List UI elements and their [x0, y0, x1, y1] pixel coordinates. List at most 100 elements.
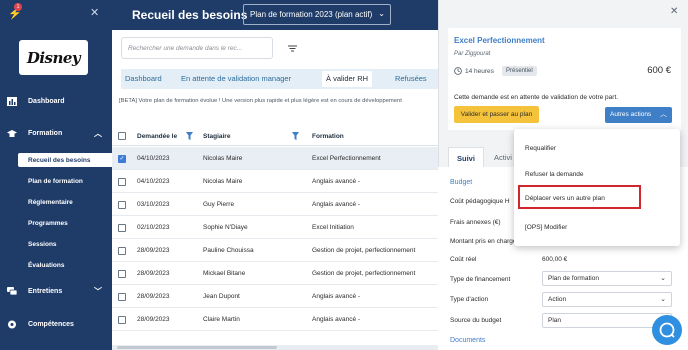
tab-attente-manager[interactable]: En attente de validation manager: [181, 74, 291, 83]
cell-date: 02/10/2023: [137, 224, 170, 231]
row-checkbox[interactable]: [118, 201, 126, 209]
panel-tabs: Suivi Activi: [448, 147, 518, 167]
sidebar-item-label: Compétences: [28, 320, 74, 328]
menu-item-requalifier[interactable]: Requalifier: [525, 145, 556, 152]
company-logo[interactable]: Disney: [19, 40, 88, 75]
sidebar-item-label: Formation: [28, 129, 63, 137]
funnel-icon[interactable]: [292, 132, 299, 140]
cell-training: Anglais avancé -: [312, 293, 361, 300]
column-header[interactable]: Formation: [312, 133, 344, 140]
sidebar-sub-recueil[interactable]: Recueil des besoins: [18, 153, 112, 167]
cell-training: Anglais avancé -: [312, 201, 361, 208]
tabs-bar: Dashboard En attente de validation manag…: [121, 69, 438, 89]
tab-dashboard[interactable]: Dashboard: [125, 74, 162, 83]
cell-training: Anglais avancé -: [312, 178, 361, 185]
funnel-icon[interactable]: [186, 132, 193, 140]
tab-refusees[interactable]: Refusées: [395, 74, 427, 83]
menu-item-ops-modifier[interactable]: [OPS] Modifier: [525, 224, 567, 231]
filter-icon[interactable]: [288, 44, 297, 53]
cell-date: 04/10/2023: [137, 178, 170, 185]
cell-date: 28/09/2023: [137, 247, 170, 254]
training-hours: 14 heures: [465, 68, 494, 75]
other-actions-button[interactable]: Autres actions ︿: [605, 107, 672, 123]
chevron-down-icon: ⌄: [660, 296, 666, 303]
search-input[interactable]: Rechercher une demande dans le rec...: [121, 37, 273, 59]
table-row[interactable]: 28/09/2023 Jean Dupont Anglais avancé -: [112, 285, 438, 308]
action-type-select[interactable]: Action ⌄: [542, 292, 672, 307]
sidebar-sub-reglementaire[interactable]: Réglementaire: [18, 195, 112, 209]
select-value: Action: [548, 296, 567, 303]
close-icon[interactable]: ✕: [90, 6, 99, 19]
sidebar-sub-evaluations[interactable]: Évaluations: [18, 258, 112, 272]
close-icon[interactable]: ✕: [670, 6, 678, 17]
cell-training: Excel Perfectionnement: [312, 155, 381, 162]
table-header: Demandée le Stagiaire Formation: [112, 127, 438, 146]
sidebar-top: ⚡ 1 ✕: [0, 0, 112, 28]
chat-button[interactable]: [652, 315, 682, 345]
table-row[interactable]: 28/09/2023 Mickael Bitane Gestion de pro…: [112, 262, 438, 285]
row-checkbox[interactable]: ✓: [118, 155, 126, 163]
table-row[interactable]: 04/10/2023 Nicolas Maire Anglais avancé …: [112, 170, 438, 193]
sidebar-sub-programmes[interactable]: Programmes: [18, 216, 112, 230]
field-label: Frais annexes (€): [450, 219, 501, 226]
field-label: Coût pédagogique H: [450, 198, 510, 205]
menu-item-deplacer[interactable]: Déplacer vers un autre plan: [525, 195, 605, 202]
sidebar-item-formation[interactable]: Formation ︿: [0, 126, 112, 140]
cell-training: Gestion de projet, perfectionnement: [312, 270, 416, 277]
select-all-checkbox[interactable]: [118, 132, 126, 140]
cout-reel-value: 600,00 €: [542, 256, 568, 263]
chevron-up-icon: ︿: [94, 129, 102, 138]
cell-date: 28/09/2023: [137, 293, 170, 300]
select-value: Plan de formation: [548, 275, 599, 282]
table-row[interactable]: 28/09/2023 Claire Martin Anglais avancé …: [112, 308, 438, 331]
table-row[interactable]: ✓ 04/10/2023 Nicolas Maire Excel Perfect…: [112, 147, 438, 170]
row-checkbox[interactable]: [118, 270, 126, 278]
sidebar-sub-plan[interactable]: Plan de formation: [18, 174, 112, 188]
financing-type-select[interactable]: Plan de formation ⌄: [542, 271, 672, 286]
cell-training: Gestion de projet, perfectionnement: [312, 247, 416, 254]
location-pin-icon: [8, 320, 16, 328]
tab-suivi[interactable]: Suivi: [448, 147, 484, 167]
table-row[interactable]: 03/10/2023 Guy Pierre Anglais avancé -: [112, 193, 438, 216]
sidebar-sub-label: Réglementaire: [28, 198, 73, 206]
plan-select-value: Plan de formation 2023 (plan actif): [250, 10, 373, 19]
field-label: Coût réel: [450, 256, 477, 263]
sidebar-sub-sessions[interactable]: Sessions: [18, 237, 112, 251]
budget-section-title: Budget: [450, 179, 473, 186]
row-checkbox[interactable]: [118, 293, 126, 301]
table-row[interactable]: 02/10/2023 Sophie N'Diaye Excel Initiati…: [112, 216, 438, 239]
sidebar-sub-label: Sessions: [28, 240, 57, 248]
cell-date: 03/10/2023: [137, 201, 170, 208]
beta-notice: [BETA] Votre plan de formation évolue ! …: [119, 98, 402, 104]
sidebar-item-label: Entretiens: [28, 287, 63, 295]
column-header[interactable]: Demandée le: [137, 133, 177, 140]
clock-icon: [454, 67, 462, 75]
row-checkbox[interactable]: [118, 224, 126, 232]
menu-item-refuser[interactable]: Refuser la demande: [525, 171, 584, 178]
row-checkbox[interactable]: [118, 178, 126, 186]
main-header: Recueil des besoins Plan de formation 20…: [112, 0, 438, 30]
sidebar-item-entretiens[interactable]: Entretiens ﹀: [0, 284, 112, 298]
validate-button[interactable]: Valider et passer au plan: [454, 106, 539, 123]
table-row[interactable]: 28/09/2023 Pauline Chouissa Gestion de p…: [112, 239, 438, 262]
sidebar-item-dashboard[interactable]: Dashboard: [0, 94, 112, 108]
sidebar-sub-label: Évaluations: [28, 261, 65, 269]
horizontal-scrollbar[interactable]: [112, 345, 438, 350]
cell-training: Anglais avancé -: [312, 316, 361, 323]
cell-trainee: Pauline Chouissa: [203, 247, 254, 254]
plan-select[interactable]: Plan de formation 2023 (plan actif) ⌄: [243, 4, 391, 25]
training-title[interactable]: Excel Perfectionnement: [454, 36, 545, 45]
field-label: Type de financement: [450, 276, 511, 283]
page-title: Recueil des besoins: [132, 8, 248, 22]
scrollbar-thumb[interactable]: [117, 346, 277, 349]
training-provider: Par Ziggourat: [454, 51, 491, 57]
row-checkbox[interactable]: [118, 316, 126, 324]
chevron-down-icon: ⌄: [660, 275, 666, 282]
column-header[interactable]: Stagiaire: [203, 133, 230, 140]
notification-badge: 1: [14, 3, 22, 11]
cell-trainee: Sophie N'Diaye: [203, 224, 248, 231]
other-actions-label: Autres actions: [610, 111, 652, 118]
sidebar-item-competences[interactable]: Compétences: [0, 317, 112, 331]
row-checkbox[interactable]: [118, 247, 126, 255]
tab-a-valider-rh[interactable]: À valider RH: [322, 71, 373, 87]
